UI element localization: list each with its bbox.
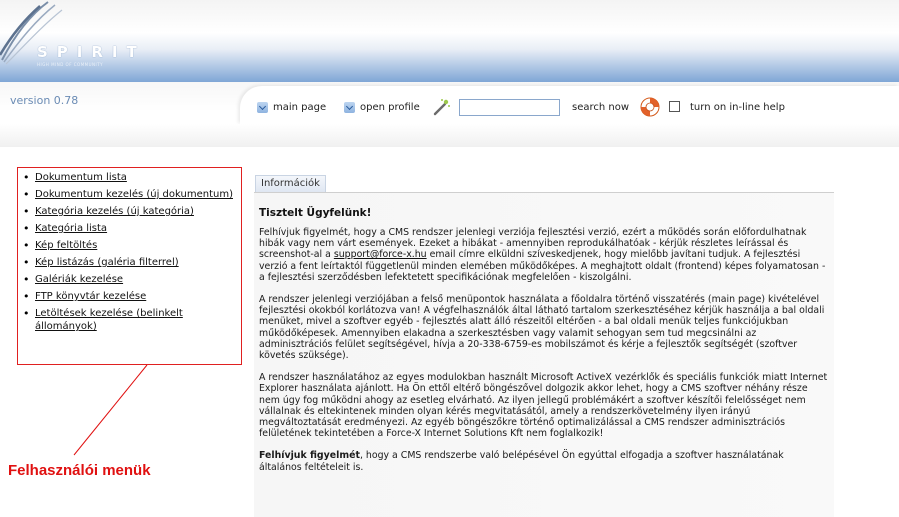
info-paragraph-4: Felhívjuk figyelmét, hogy a CMS rendszer… [259,450,784,473]
main-page-label: main page [273,102,327,113]
open-profile-link[interactable]: open profile [344,102,420,113]
menu-item: FTP könyvtár kezelése [21,290,241,303]
info-panel: Tisztelt Ügyfelünk! Felhívjuk figyelmét,… [254,192,834,517]
menu-item: Kép feltöltés [21,239,241,252]
search-now-button[interactable]: search now [572,102,629,113]
info-paragraph-3: A rendszer használatához az egyes modulo… [259,372,828,440]
toolbar-panel [240,86,899,124]
menu-link-category-manage[interactable]: Kategória kezelés (új kategória) [35,206,194,217]
logo-tagline: HIGH MIND OF COMMUNITY [37,62,104,67]
info-paragraph-2: A rendszer jelenlegi verziójában a felső… [259,294,825,362]
magic-wand-icon [433,99,450,116]
menu-link-image-upload[interactable]: Kép feltöltés [35,240,97,251]
main-page-link[interactable]: main page [257,102,326,113]
header-banner: SPIRIT HIGH MIND OF COMMUNITY [0,0,899,82]
logo-text: SPIRIT [37,43,146,61]
inline-help-label: turn on in-line help [690,102,785,113]
chevron-down-icon [257,102,268,113]
menu-item: Letöltések kezelése (belinkelt állományo… [21,307,241,333]
lifebuoy-help-icon[interactable] [639,96,661,118]
info-paragraph-1: Felhívjuk figyelmét, hogy a CMS rendszer… [259,227,826,283]
annotation-label: Felhasználói menük [8,462,151,479]
chevron-down-icon [344,102,355,113]
search-input[interactable] [459,99,560,116]
info-heading: Tisztelt Ügyfelünk! [259,207,372,219]
inline-help-checkbox[interactable] [669,101,680,112]
open-profile-label: open profile [360,102,420,113]
tab-information[interactable]: Információk [255,175,326,192]
user-menu: Dokumentum lista Dokumentum kezelés (új … [17,167,242,365]
sub-header-band [0,124,899,147]
menu-link-document-list[interactable]: Dokumentum lista [35,172,127,183]
menu-item: Kép listázás (galéria filterrel) [21,256,241,269]
menu-item: Galériák kezelése [21,273,241,286]
menu-item: Kategória lista [21,222,241,235]
menu-link-downloads[interactable]: Letöltések kezelése (belinkelt állományo… [35,308,183,332]
menu-link-ftp[interactable]: FTP könyvtár kezelése [35,291,146,302]
menu-link-category-list[interactable]: Kategória lista [35,223,107,234]
toolbar: version 0.78 main page open profile sear… [0,82,899,124]
menu-link-galleries[interactable]: Galériák kezelése [35,274,123,285]
support-email-link[interactable]: support@force-x.hu [334,249,427,260]
menu-item: Kategória kezelés (új kategória) [21,205,241,218]
menu-link-document-manage[interactable]: Dokumentum kezelés (új dokumentum) [35,189,233,200]
menu-link-image-list[interactable]: Kép listázás (galéria filterrel) [35,257,179,268]
menu-item: Dokumentum lista [21,171,241,184]
version-label: version 0.78 [10,94,79,107]
menu-item: Dokumentum kezelés (új dokumentum) [21,188,241,201]
